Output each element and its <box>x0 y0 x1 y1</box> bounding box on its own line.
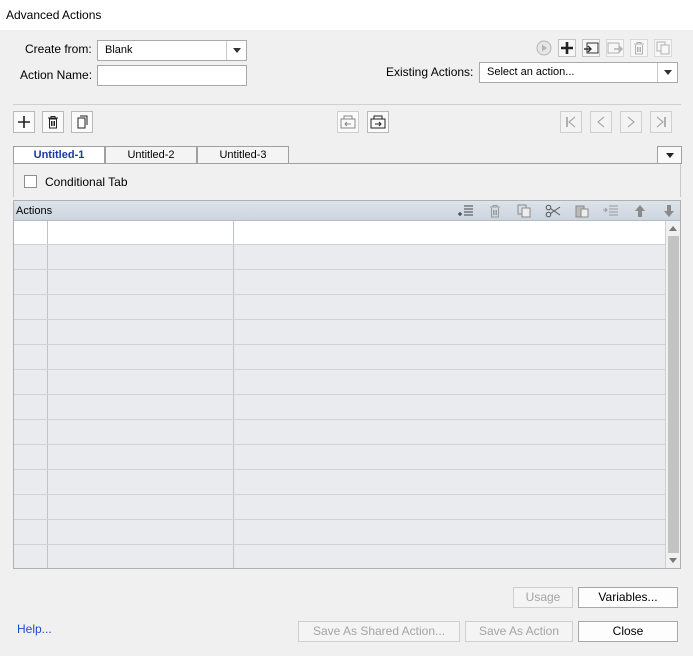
previous-decision-button[interactable] <box>590 111 612 133</box>
table-row[interactable] <box>14 270 665 295</box>
create-from-value: Blank <box>105 44 133 56</box>
table-row[interactable] <box>14 345 665 370</box>
duplicate-decision-button[interactable] <box>71 111 93 133</box>
next-icon <box>627 116 635 128</box>
paste-icon[interactable] <box>574 203 590 219</box>
last-icon <box>656 116 666 128</box>
chevron-down-icon[interactable] <box>657 63 677 82</box>
first-decision-button[interactable] <box>560 111 582 133</box>
insert-icon[interactable] <box>458 203 474 219</box>
last-decision-button[interactable] <box>650 111 672 133</box>
table-row[interactable] <box>14 445 665 470</box>
actions-grid-rows <box>14 221 665 568</box>
next-decision-button[interactable] <box>620 111 642 133</box>
import-icon <box>584 42 599 54</box>
import-decision-button[interactable] <box>337 111 359 133</box>
move-up-icon[interactable] <box>632 203 648 219</box>
tab-untitled-1[interactable]: Untitled-1 <box>13 146 105 164</box>
table-row[interactable] <box>14 320 665 345</box>
save-as-action-button[interactable]: Save As Action <box>465 621 573 642</box>
duplicate-icon <box>77 115 88 129</box>
add-icon <box>561 42 573 54</box>
table-row[interactable] <box>14 420 665 445</box>
vertical-scrollbar[interactable] <box>665 221 680 568</box>
table-row[interactable] <box>14 470 665 495</box>
existing-actions-label: Existing Actions: <box>386 65 474 79</box>
delete-icon <box>48 116 58 129</box>
previous-icon <box>597 116 605 128</box>
help-link[interactable]: Help... <box>17 622 52 636</box>
export-icon <box>607 42 623 54</box>
table-row[interactable] <box>14 495 665 520</box>
delete-icon[interactable] <box>487 203 503 219</box>
table-row[interactable] <box>14 520 665 545</box>
conditional-tab-checkbox[interactable] <box>24 175 37 188</box>
export-decision-button[interactable] <box>367 111 389 133</box>
export-icon <box>370 115 386 129</box>
table-row[interactable] <box>14 295 665 320</box>
action-name-input[interactable] <box>97 65 247 86</box>
scroll-thumb[interactable] <box>668 236 679 553</box>
table-row[interactable] <box>14 545 665 568</box>
create-from-label: Create from: <box>25 42 92 56</box>
export-action-button[interactable] <box>606 39 624 57</box>
action-name-label: Action Name: <box>20 68 93 82</box>
insert-row-icon[interactable] <box>603 203 619 219</box>
existing-actions-dropdown[interactable]: Select an action... <box>479 62 678 83</box>
scroll-down-icon[interactable] <box>669 558 677 563</box>
existing-actions-value: Select an action... <box>487 66 575 78</box>
copy-icon[interactable] <box>516 203 532 219</box>
scroll-up-icon[interactable] <box>669 226 677 231</box>
tab-list-button[interactable] <box>657 146 682 164</box>
table-row[interactable] <box>14 245 665 270</box>
table-row[interactable] <box>14 221 665 245</box>
chevron-down-icon[interactable] <box>226 41 246 60</box>
delete-decision-button[interactable] <box>42 111 64 133</box>
duplicate-action-button[interactable] <box>654 39 672 57</box>
add-decision-button[interactable] <box>13 111 35 133</box>
variables-button[interactable]: Variables... <box>578 587 678 608</box>
conditional-tab-label: Conditional Tab <box>45 175 128 189</box>
import-icon <box>340 115 356 129</box>
first-icon <box>566 116 576 128</box>
create-from-dropdown[interactable]: Blank <box>97 40 247 61</box>
close-button[interactable]: Close <box>578 621 678 642</box>
window-title: Advanced Actions <box>6 8 102 22</box>
table-row[interactable] <box>14 395 665 420</box>
add-action-button[interactable] <box>558 39 576 57</box>
preview-icon <box>536 40 552 56</box>
tab-untitled-2[interactable]: Untitled-2 <box>105 146 197 164</box>
usage-button[interactable]: Usage <box>513 587 573 608</box>
preview-button[interactable] <box>535 39 553 57</box>
actions-grid-header: Actions <box>14 201 680 221</box>
conditional-panel: Conditional Tab <box>13 164 681 197</box>
actions-grid: Actions <box>13 200 681 569</box>
table-row[interactable] <box>14 370 665 395</box>
import-action-button[interactable] <box>582 39 600 57</box>
add-icon <box>18 116 30 128</box>
move-down-icon[interactable] <box>661 203 677 219</box>
chevron-down-icon <box>665 153 674 158</box>
delete-icon <box>634 42 644 55</box>
title-bar: Advanced Actions <box>0 0 693 30</box>
delete-action-button[interactable] <box>630 39 648 57</box>
cut-icon[interactable] <box>545 203 561 219</box>
tab-untitled-3[interactable]: Untitled-3 <box>197 146 289 164</box>
actions-grid-title: Actions <box>16 205 53 217</box>
save-as-shared-action-button[interactable]: Save As Shared Action... <box>298 621 460 642</box>
duplicate-icon <box>656 41 670 55</box>
separator <box>13 104 681 105</box>
